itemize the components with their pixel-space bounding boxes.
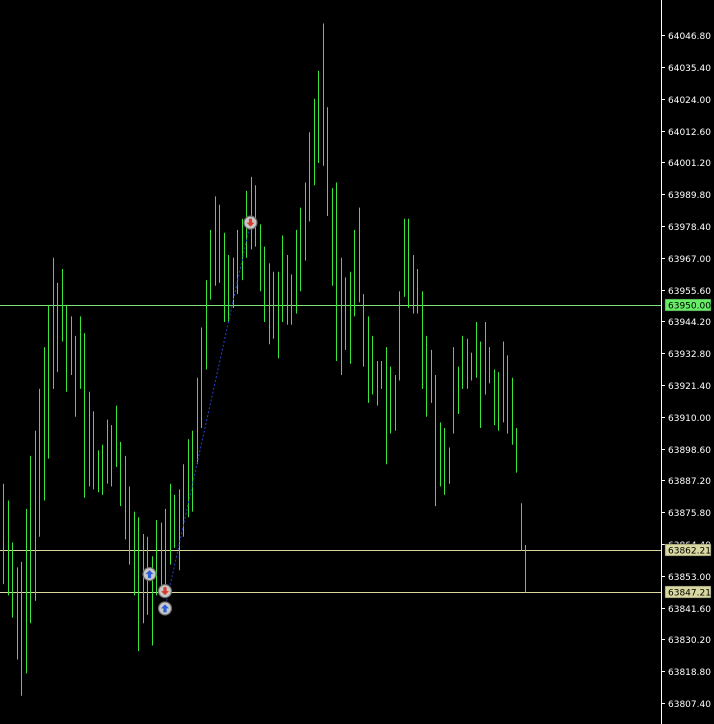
y-tick-label: 63887.20 <box>668 477 711 487</box>
y-tick-label: 64012.60 <box>668 128 711 138</box>
y-tick-label: 63898.60 <box>668 446 711 456</box>
y-tick-label: 63830.20 <box>668 636 711 646</box>
y-tick-label: 64024.00 <box>668 96 711 106</box>
price-tag-1: 63862.21 <box>664 543 712 557</box>
y-tick-label: 63841.60 <box>668 605 711 615</box>
sell-arrow-icon[interactable] <box>157 584 173 599</box>
y-tick-label: 63875.80 <box>668 509 711 519</box>
price-tag-2: 63847.21 <box>664 585 712 599</box>
y-tick-label: 63978.40 <box>668 223 711 233</box>
y-tick-label: 63989.80 <box>668 191 711 201</box>
y-tick-label: 63944.20 <box>668 318 711 328</box>
buy-arrow-icon[interactable] <box>157 601 173 616</box>
price-tag-label: 63862.21 <box>668 547 711 557</box>
y-tick-label: 63921.40 <box>668 382 711 392</box>
y-tick-label: 64035.40 <box>668 64 711 74</box>
y-tick-label: 64046.80 <box>668 32 711 42</box>
y-tick-label: 63807.40 <box>668 700 711 710</box>
price-tag-0: 63950.00 <box>664 298 712 312</box>
y-tick-label: 63818.80 <box>668 668 711 678</box>
price-chart[interactable]: 64046.80 64035.40 64024.00 64012.60 64001.20… <box>0 0 714 724</box>
buy-arrow-icon[interactable] <box>142 567 157 582</box>
y-tick-label: 63955.60 <box>668 287 711 297</box>
price-tag-label: 63847.21 <box>668 589 711 599</box>
chart-background <box>0 0 714 724</box>
sell-arrow-icon[interactable] <box>243 215 258 230</box>
y-tick-label: 63853.00 <box>668 573 711 583</box>
y-tick-label: 63932.80 <box>668 350 711 360</box>
y-tick-label: 64001.20 <box>668 159 711 169</box>
y-tick-label: 63967.00 <box>668 255 711 265</box>
y-tick-label: 63910.00 <box>668 414 711 424</box>
price-tag-label: 63950.00 <box>668 302 711 312</box>
